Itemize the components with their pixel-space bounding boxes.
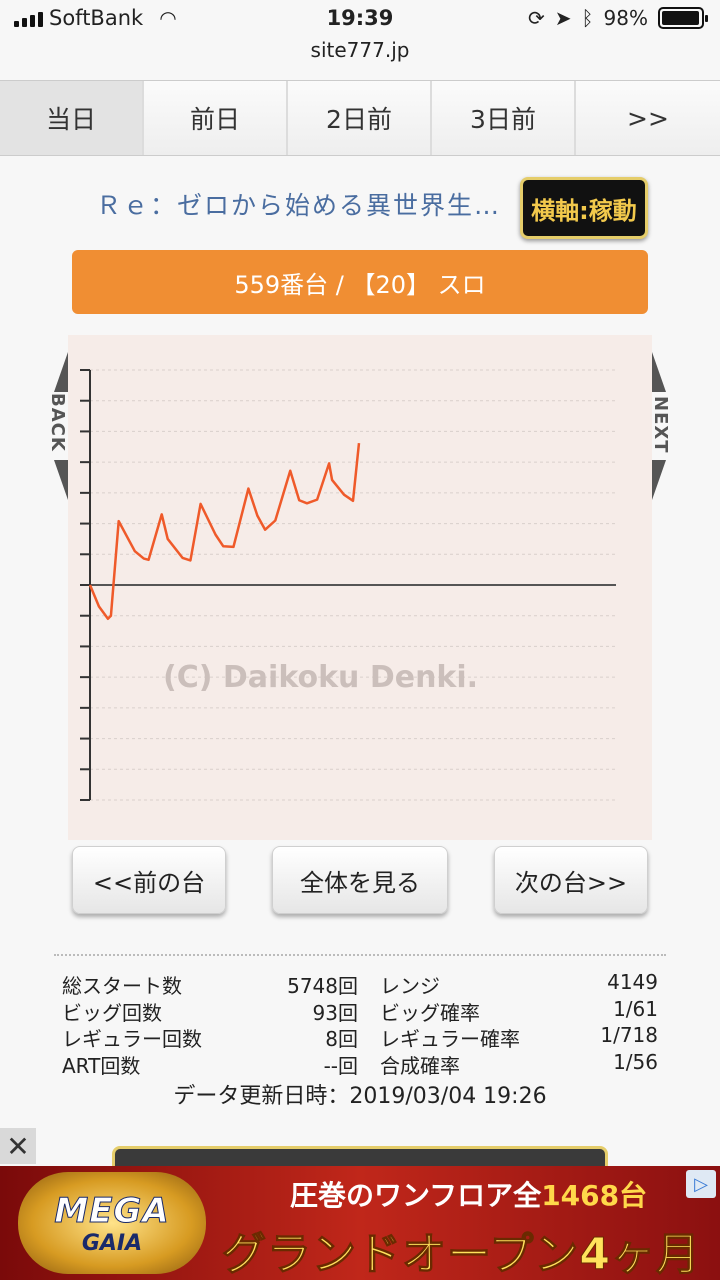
view-all-button[interactable]: 全体を見る: [272, 846, 448, 914]
divider: [54, 954, 666, 956]
next-label[interactable]: NEXT: [650, 396, 671, 454]
ad-headline-a: 圧巻の: [290, 1179, 375, 1212]
axis-toggle-button[interactable]: 横軸:稼動: [520, 177, 648, 239]
close-ad-button[interactable]: ✕: [0, 1128, 36, 1164]
stat-row: レギュラー回数 8回 レギュラー確率 1/718: [62, 1023, 662, 1051]
tab-2-days-ago[interactable]: 2日前: [288, 81, 432, 155]
ad-logo: MEGA GAIA: [18, 1172, 206, 1274]
tab-today[interactable]: 当日: [0, 81, 144, 155]
status-bar: SoftBank ◠ 19:39 ⟳ ➤ ᛒ 98%: [0, 0, 720, 40]
ad-subline: グランドオープン4ヶ月: [222, 1229, 701, 1280]
chart-watermark: (C) Daikoku Denki.: [163, 660, 478, 695]
url-bar[interactable]: site777.jp: [0, 38, 720, 62]
stat-label: 合成確率: [380, 1053, 460, 1078]
battery-icon: [658, 7, 708, 29]
machine-banner: 559番台 / 【20】 スロ: [72, 250, 648, 314]
stat-value: 4149: [607, 970, 658, 994]
day-tabs: 当日 前日 2日前 3日前 >>: [0, 80, 720, 156]
next-machine-button[interactable]: 次の台>>: [494, 846, 648, 914]
ad-headline-c: 1468台: [541, 1179, 648, 1212]
tab-3-days-ago[interactable]: 3日前: [432, 81, 576, 155]
slump-chart: (C) Daikoku Denki.: [68, 335, 652, 840]
stat-value: 1/61: [613, 996, 658, 1021]
stat-label: ビッグ確率: [380, 1000, 480, 1025]
stat-label: 総スタート数: [62, 974, 182, 998]
ad-info-icon[interactable]: ▷: [686, 1170, 716, 1198]
tab-previous-day[interactable]: 前日: [144, 81, 288, 155]
stats-table: 総スタート数 5748回 レンジ 4149 ビッグ回数 93回 ビッグ確率 1/…: [62, 970, 662, 1078]
next-arrow-up-icon: [652, 352, 666, 392]
update-timestamp: データ更新日時：2019/03/04 19:26: [173, 1084, 547, 1109]
stat-label: ビッグ回数: [62, 1000, 162, 1025]
bluetooth-icon: ᛒ: [581, 6, 594, 30]
stat-label: レンジ: [380, 974, 440, 998]
chart-svg: (C) Daikoku Denki.: [80, 369, 616, 801]
stat-label: レギュラー回数: [62, 1027, 202, 1051]
battery-percent: 98%: [603, 6, 648, 30]
ad-banner[interactable]: MEGA GAIA 圧巻のワンフロア全1468台 グランドオープン4ヶ月 ▷: [0, 1166, 720, 1280]
stat-label: ART回数: [62, 1053, 141, 1078]
stat-row: ビッグ回数 93回 ビッグ確率 1/61: [62, 996, 662, 1025]
stat-value: --回: [323, 1053, 358, 1078]
stat-row: ART回数 --回 合成確率 1/56: [62, 1049, 662, 1078]
ad-logo-bottom: GAIA: [81, 1230, 143, 1256]
ad-headline-b: ワンフロア全: [374, 1179, 542, 1212]
location-icon: ➤: [554, 6, 572, 30]
prev-machine-button[interactable]: <<前の台: [72, 846, 226, 914]
stat-value: 1/56: [613, 1049, 658, 1074]
rotation-lock-icon: ⟳: [528, 6, 545, 30]
next-arrow-down-icon: [652, 460, 666, 500]
stat-row: 総スタート数 5748回 レンジ 4149: [62, 970, 662, 998]
stat-value: 1/718: [600, 1023, 658, 1047]
back-arrow-down-icon: [54, 460, 68, 500]
back-arrow-up-icon: [54, 352, 68, 392]
machine-title: Ｒｅ：ゼロから始める異世界生…: [96, 191, 500, 220]
stat-value: 5748回: [287, 974, 358, 998]
stat-label: レギュラー確率: [380, 1027, 520, 1051]
ad-headline: 圧巻のワンフロア全1468台: [290, 1174, 647, 1214]
stat-value: 8回: [325, 1027, 358, 1051]
stat-value: 93回: [312, 1000, 358, 1025]
status-right: ⟳ ➤ ᛒ 98%: [528, 6, 708, 30]
series-line: [88, 442, 361, 621]
back-label[interactable]: BACK: [47, 393, 68, 452]
ad-logo-top: MEGA: [54, 1190, 170, 1231]
tab-more[interactable]: >>: [576, 81, 720, 155]
